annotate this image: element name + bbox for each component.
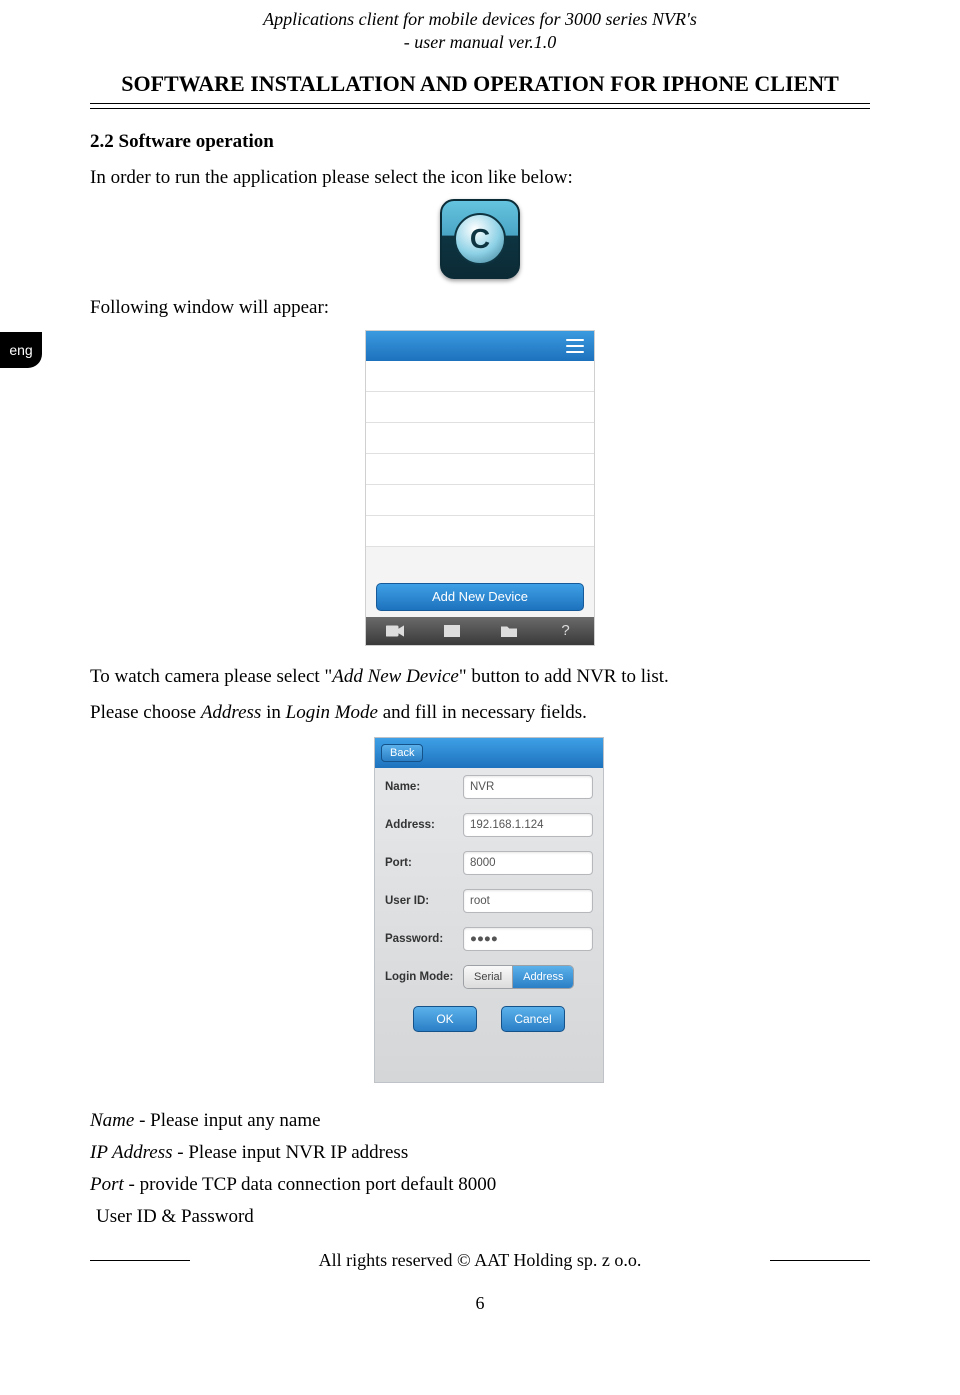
list-item (366, 454, 594, 485)
section-title: 2.2 Software operation (90, 131, 870, 153)
list-item (366, 485, 594, 516)
login-mode-segmented[interactable]: Serial Address (463, 965, 574, 989)
name-label: Name: (385, 781, 463, 793)
app-icon-glyph: C (454, 213, 506, 265)
form-header: Back (375, 738, 603, 768)
ok-button[interactable]: OK (413, 1006, 477, 1032)
following-text: Following window will appear: (90, 293, 870, 323)
footer-rule-left (90, 1260, 190, 1261)
list-item (366, 392, 594, 423)
app-icon: C (440, 199, 520, 279)
name-field[interactable]: NVR (463, 775, 593, 799)
address-label: Address: (385, 819, 463, 831)
folder-icon[interactable] (498, 623, 520, 639)
help-icon[interactable]: ? (555, 623, 577, 639)
device-form-screenshot: Back Name: NVR Address: 192.168.1.124 Po… (374, 737, 604, 1083)
password-label: Password: (385, 933, 463, 945)
device-list-header (366, 331, 594, 361)
serial-option[interactable]: Serial (464, 966, 512, 988)
field-descriptions: Name - Please input any name IP Address … (90, 1105, 870, 1234)
device-list-rows (366, 361, 594, 547)
running-header-line2: - user manual ver.1.0 (90, 31, 870, 54)
choose-text: Please choose Address in Login Mode and … (90, 698, 870, 728)
page-number: 6 (90, 1293, 870, 1314)
video-icon[interactable] (384, 623, 406, 639)
device-list-screenshot: Add New Device ? (365, 330, 595, 646)
password-field[interactable]: ●●●● (463, 927, 593, 951)
list-item (366, 423, 594, 454)
title-rule (90, 103, 870, 109)
language-tab: eng (0, 332, 42, 368)
port-field[interactable]: 8000 (463, 851, 593, 875)
keypad-icon[interactable] (441, 623, 463, 639)
intro-text: In order to run the application please s… (90, 163, 870, 193)
footer-rule-right (770, 1260, 870, 1261)
running-header-line1: Applications client for mobile devices f… (90, 8, 870, 31)
menu-icon[interactable] (566, 339, 584, 353)
add-new-device-button[interactable]: Add New Device (376, 583, 584, 611)
device-list-toolbar: ? (366, 617, 594, 645)
userid-label: User ID: (385, 895, 463, 907)
chapter-title: SOFTWARE INSTALLATION AND OPERATION FOR … (90, 71, 870, 97)
port-label: Port: (385, 857, 463, 869)
address-field[interactable]: 192.168.1.124 (463, 813, 593, 837)
list-item (366, 361, 594, 392)
watch-text: To watch camera please select "Add New D… (90, 662, 870, 692)
address-option[interactable]: Address (512, 966, 573, 988)
back-button[interactable]: Back (381, 744, 423, 762)
footer-text: All rights reserved © AAT Holding sp. z … (190, 1250, 770, 1271)
list-item (366, 516, 594, 547)
userid-field[interactable]: root (463, 889, 593, 913)
cancel-button[interactable]: Cancel (501, 1006, 565, 1032)
login-mode-label: Login Mode: (385, 971, 463, 983)
